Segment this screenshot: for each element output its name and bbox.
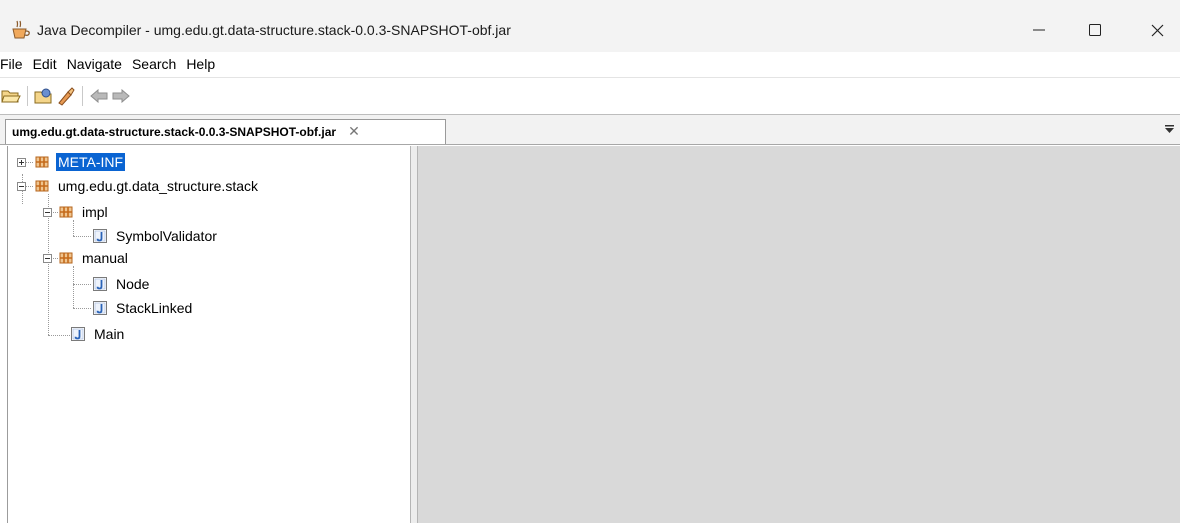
package-tree: META-INF umg.edu.gt.data_structure.stack… [7,146,411,523]
tree-guide-line [73,266,74,308]
menu-search[interactable]: Search [127,56,181,72]
expand-toggle[interactable] [17,158,26,167]
java-class-icon [93,229,107,243]
java-class-icon [71,327,85,341]
maximize-icon [1089,24,1101,36]
title-bar: Java Decompiler - umg.edu.gt.data-struct… [0,8,1180,52]
java-class-icon [93,301,107,315]
open-file-icon [1,90,21,102]
back-arrow-icon [90,88,108,103]
collapse-toggle[interactable] [17,182,26,191]
tree-node-symbolvalidator[interactable]: SymbolValidator [92,226,219,246]
close-button[interactable] [1134,8,1180,52]
menu-navigate[interactable]: Navigate [62,56,127,72]
tree-node-node[interactable]: Node [92,274,151,294]
package-icon [35,180,49,192]
tree-node-label: manual [82,250,128,266]
tree-guide-line [73,236,91,237]
forward-arrow-icon [112,88,130,103]
tree-node-label: META-INF [56,153,126,171]
window-controls [1016,8,1180,52]
toolbar-separator [82,85,83,106]
tab-label: umg.edu.gt.data-structure.stack-0.0.3-SN… [12,125,337,139]
forward-button[interactable] [110,85,132,107]
collapse-toggle[interactable] [43,208,52,217]
toolbar [0,77,1180,113]
back-button[interactable] [88,85,110,107]
collapse-toggle[interactable] [43,254,52,263]
tree-guide-line [73,220,74,236]
minimize-icon [1033,29,1045,31]
minimize-button[interactable] [1016,8,1062,52]
tree-node-root-package[interactable]: umg.edu.gt.data_structure.stack [34,176,260,196]
package-icon [59,206,73,218]
close-icon [1151,24,1163,36]
tree-node-label: Main [94,326,125,342]
open-type-button[interactable] [33,85,55,107]
tab-bar: umg.edu.gt.data-structure.stack-0.0.3-SN… [0,114,1180,145]
tree-node-manual[interactable]: manual [58,248,130,268]
package-icon [59,252,73,264]
menu-bar: File Edit Navigate Search Help [0,52,1180,76]
pane-splitter[interactable] [410,146,418,523]
tree-node-label: umg.edu.gt.data_structure.stack [58,178,258,194]
tree-node-meta-inf[interactable]: META-INF [34,152,126,172]
open-file-button[interactable] [0,85,22,107]
source-content-pane [418,146,1180,523]
tree-guide-line [48,335,70,336]
menu-edit[interactable]: Edit [28,56,62,72]
tree-guide-line [73,284,91,285]
toolbar-separator [27,85,28,106]
tab-list-dropdown-icon[interactable] [1165,125,1174,133]
tree-node-stacklinked[interactable]: StackLinked [92,298,194,318]
tree-guide-line [73,308,91,309]
coffee-cup-icon [12,20,30,39]
search-icon [58,86,75,106]
tree-node-impl[interactable]: impl [58,202,110,222]
maximize-button[interactable] [1072,8,1118,52]
tab-jar-file[interactable]: umg.edu.gt.data-structure.stack-0.0.3-SN… [5,119,446,144]
search-button[interactable] [55,85,77,107]
tree-node-label: SymbolValidator [116,228,217,244]
tree-node-label: impl [82,204,108,220]
open-type-icon [34,88,52,103]
tab-close-icon[interactable]: ✕ [348,124,360,140]
tree-node-label: StackLinked [116,300,193,316]
menu-file[interactable]: File [0,56,28,72]
tree-node-main[interactable]: Main [70,324,126,344]
java-class-icon [93,277,107,291]
menu-help[interactable]: Help [181,56,220,72]
package-icon [35,156,49,168]
tree-node-label: Node [116,276,150,292]
window-title: Java Decompiler - umg.edu.gt.data-struct… [37,22,511,38]
